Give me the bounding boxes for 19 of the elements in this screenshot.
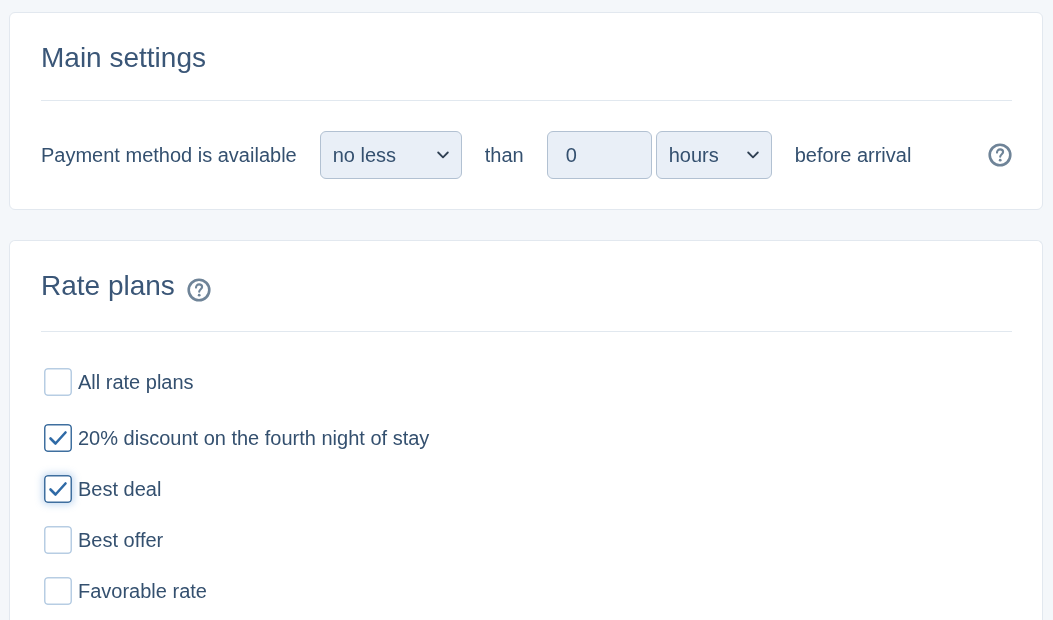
checkbox-label: Best offer	[78, 528, 164, 553]
unit-dropdown[interactable]: hours	[655, 131, 772, 179]
section-title: Main settings	[41, 41, 206, 75]
help-icon[interactable]	[988, 143, 1012, 167]
checkbox[interactable]	[44, 424, 72, 452]
caret-icon	[746, 151, 759, 159]
checkbox-label: Best deal	[78, 477, 162, 502]
caret-icon	[436, 151, 449, 159]
comparison-dropdown[interactable]: no less	[319, 131, 462, 179]
checkbox-label: All rate plans	[78, 370, 194, 395]
checkbox[interactable]	[44, 475, 72, 503]
checkbox-label: Favorable rate	[78, 579, 207, 604]
checkbox-label: 20% discount on the fourth night of stay	[78, 426, 430, 451]
field-label: before arrival	[794, 143, 912, 167]
amount-input[interactable]: 0	[546, 131, 652, 179]
field-label: Payment method is available	[41, 143, 297, 167]
section-title: Rate plans	[41, 269, 175, 303]
field-label: than	[484, 143, 524, 167]
help-icon[interactable]	[186, 278, 211, 302]
